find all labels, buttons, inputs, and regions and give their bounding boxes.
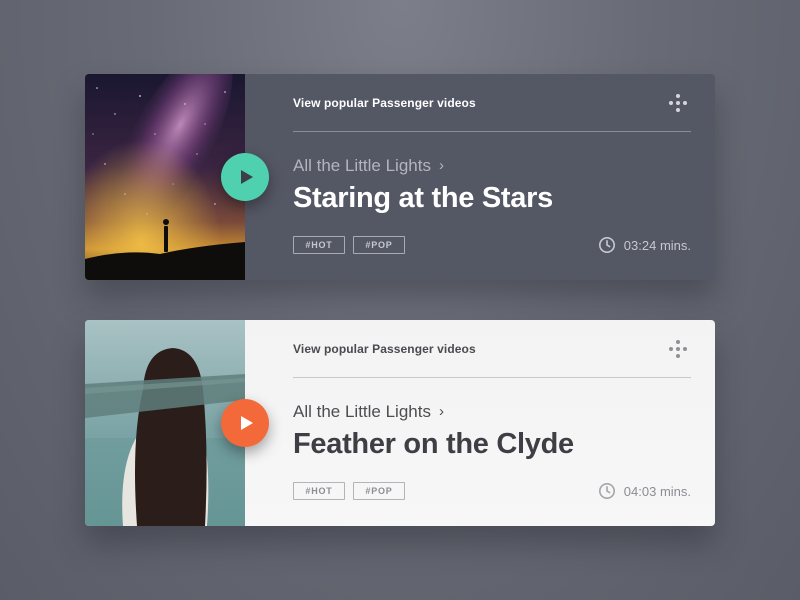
header-link[interactable]: View popular Passenger videos: [293, 96, 476, 110]
card-header: View popular Passenger videos: [293, 74, 691, 132]
video-title: Staring at the Stars: [293, 182, 553, 214]
chevron-right-icon: ›: [438, 157, 444, 174]
chevron-right-icon: ›: [438, 403, 444, 420]
card-header: View popular Passenger videos: [293, 320, 691, 378]
tag-hot[interactable]: #HOT: [293, 236, 345, 254]
card-footer: #HOT #POP 03:24 mins.: [293, 236, 691, 254]
video-title: Feather on the Clyde: [293, 428, 574, 460]
album-name: All the Little Lights: [293, 156, 431, 175]
clock-icon: [598, 237, 615, 253]
dots-grid-icon[interactable]: [669, 93, 687, 112]
tag-list: #HOT #POP: [293, 482, 405, 500]
duration: 04:03 mins.: [598, 482, 691, 500]
play-icon: [240, 170, 253, 184]
video-card-1[interactable]: View popular Passenger videos All the Li…: [85, 74, 715, 280]
play-icon: [240, 416, 253, 430]
duration-text: 03:24 mins.: [623, 237, 691, 253]
header-link[interactable]: View popular Passenger videos: [293, 342, 476, 356]
tag-pop[interactable]: #POP: [353, 482, 405, 500]
dots-grid-icon[interactable]: [669, 339, 687, 358]
tag-list: #HOT #POP: [293, 236, 405, 254]
video-thumbnail[interactable]: [85, 74, 269, 280]
card-footer: #HOT #POP 04:03 mins.: [293, 482, 691, 500]
play-button[interactable]: [221, 153, 269, 201]
album-link[interactable]: All the Little Lights ›: [293, 156, 691, 176]
play-button[interactable]: [221, 399, 269, 447]
duration: 03:24 mins.: [598, 236, 691, 254]
clock-icon: [598, 483, 615, 499]
duration-text: 04:03 mins.: [623, 483, 691, 499]
album-link[interactable]: All the Little Lights ›: [293, 402, 691, 422]
tag-hot[interactable]: #HOT: [293, 482, 345, 500]
tag-pop[interactable]: #POP: [353, 236, 405, 254]
album-name: All the Little Lights: [293, 402, 431, 421]
video-thumbnail[interactable]: [85, 320, 269, 526]
video-card-2[interactable]: View popular Passenger videos All the Li…: [85, 320, 715, 526]
